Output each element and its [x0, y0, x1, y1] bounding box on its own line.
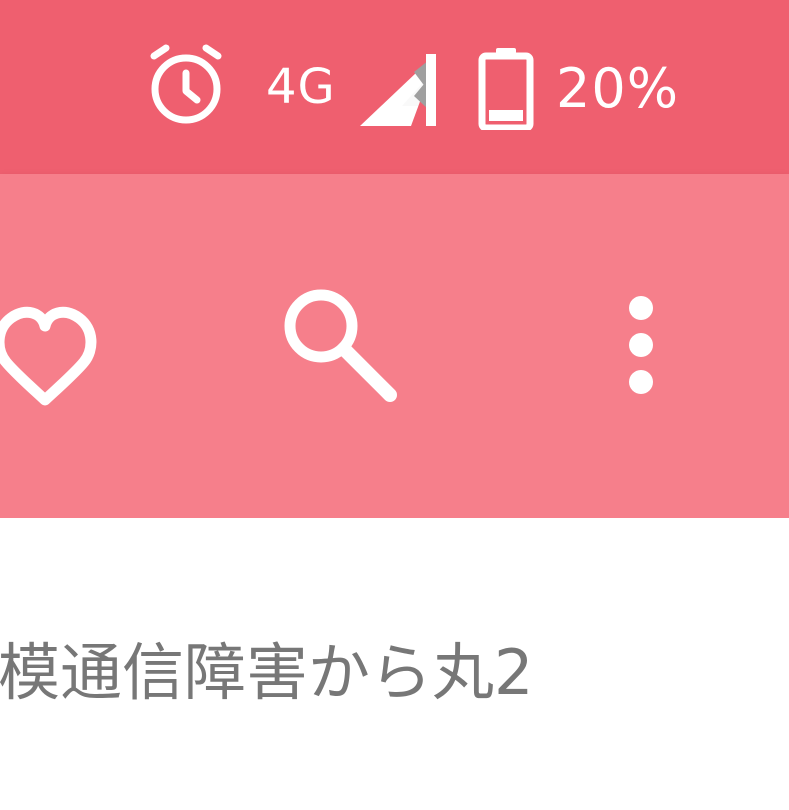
top-app-bar — [0, 174, 789, 518]
search-icon — [284, 289, 397, 402]
network-type: 4G — [266, 59, 336, 115]
search-button[interactable] — [276, 278, 412, 414]
more-options-button[interactable] — [610, 286, 672, 414]
content-area: 模通信障害から丸2 — [0, 518, 789, 810]
heart-outline-icon — [0, 306, 97, 406]
cellular-signal-icon — [356, 50, 440, 130]
battery-icon — [478, 46, 534, 130]
alarm-clock-icon — [144, 44, 228, 128]
status-bar: 4G 20% — [0, 0, 789, 174]
favorite-button[interactable] — [0, 284, 114, 414]
article-title: 模通信障害から丸2 — [0, 636, 534, 709]
battery-level-text: 20% — [556, 57, 680, 120]
more-vertical-icon — [629, 296, 653, 394]
